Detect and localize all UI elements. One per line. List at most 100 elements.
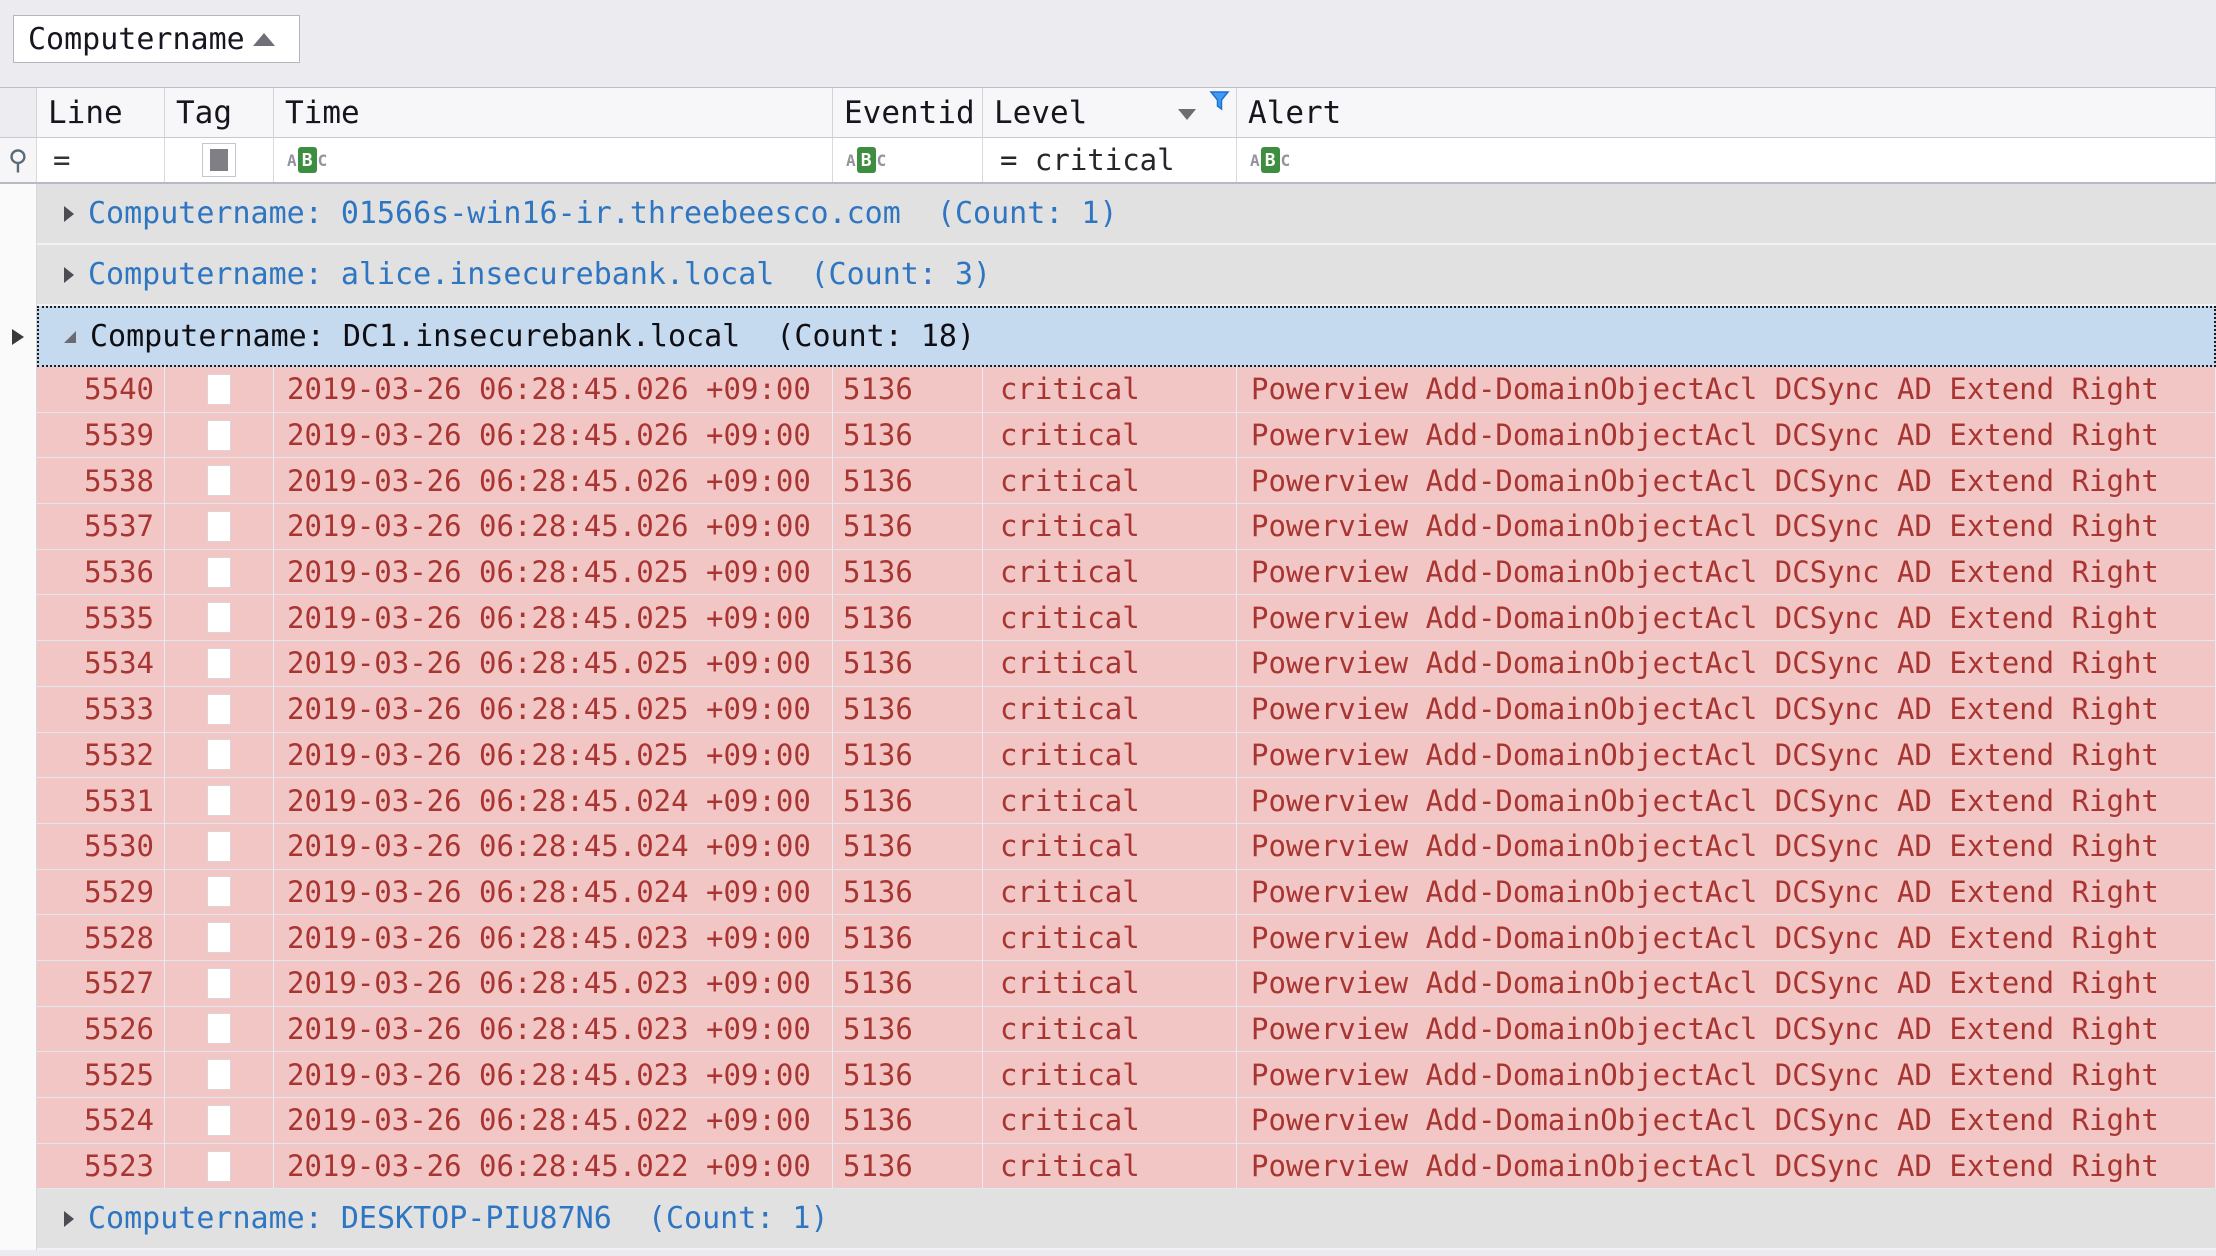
table-row[interactable]: 55392019-03-26 06:28:45.026 +09:005136cr… xyxy=(0,413,2216,459)
collapsed-arrow-icon[interactable] xyxy=(62,1209,76,1229)
collapsed-arrow-icon[interactable] xyxy=(62,265,76,285)
column-header-label: Tag xyxy=(176,95,232,131)
table-row[interactable]: 55372019-03-26 06:28:45.026 +09:005136cr… xyxy=(0,504,2216,550)
cell-tag[interactable] xyxy=(165,687,274,733)
tag-checkbox[interactable] xyxy=(207,648,231,679)
cell-tag[interactable] xyxy=(165,1144,274,1190)
cell-level: critical xyxy=(983,1052,1237,1098)
group-row-selected[interactable]: Computername: DC1.insecurebank.local (Co… xyxy=(0,306,2216,367)
tag-checkbox[interactable] xyxy=(207,785,231,816)
filter-input-eventid[interactable]: ABC xyxy=(833,138,983,182)
cell-tag[interactable] xyxy=(165,778,274,824)
tag-checkbox[interactable] xyxy=(207,1059,231,1090)
table-row[interactable]: 55232019-03-26 06:28:45.022 +09:005136cr… xyxy=(0,1144,2216,1190)
cell-tag[interactable] xyxy=(165,1098,274,1144)
table-row[interactable]: 55342019-03-26 06:28:45.025 +09:005136cr… xyxy=(0,641,2216,687)
tag-checkbox[interactable] xyxy=(207,694,231,725)
tag-checkbox[interactable] xyxy=(207,739,231,770)
column-header-time[interactable]: Time xyxy=(274,88,833,138)
cell-line: 5534 xyxy=(37,641,165,687)
cell-tag[interactable] xyxy=(165,824,274,870)
expanded-arrow-icon[interactable] xyxy=(62,329,78,345)
tag-filter-checkbox[interactable] xyxy=(202,143,236,177)
table-row[interactable]: 55242019-03-26 06:28:45.022 +09:005136cr… xyxy=(0,1098,2216,1144)
cell-time: 2019-03-26 06:28:45.022 +09:00 xyxy=(274,1144,833,1190)
cell-tag[interactable] xyxy=(165,550,274,596)
cell-tag[interactable] xyxy=(165,733,274,779)
group-row[interactable]: Computername: 01566s-win16-ir.threebeesc… xyxy=(0,184,2216,245)
active-filter-funnel-icon[interactable] xyxy=(1209,90,1230,112)
tag-checkbox[interactable] xyxy=(207,1151,231,1182)
table-row[interactable]: 55302019-03-26 06:28:45.024 +09:005136cr… xyxy=(0,824,2216,870)
collapsed-arrow-icon[interactable] xyxy=(62,204,76,224)
group-row[interactable]: Computername: alice.insecurebank.local (… xyxy=(0,245,2216,306)
cell-level: critical xyxy=(983,458,1237,504)
tag-checkbox[interactable] xyxy=(207,420,231,451)
auto-filter-row: ⚲ = ABC ABC = critical ABC xyxy=(0,138,2216,184)
chevron-down-icon[interactable] xyxy=(1178,109,1196,120)
table-row[interactable]: 55272019-03-26 06:28:45.023 +09:005136cr… xyxy=(0,961,2216,1007)
table-row[interactable]: 55292019-03-26 06:28:45.024 +09:005136cr… xyxy=(0,870,2216,916)
filter-input-level[interactable]: = critical xyxy=(983,138,1237,182)
table-row[interactable]: 55252019-03-26 06:28:45.023 +09:005136cr… xyxy=(0,1052,2216,1098)
table-row[interactable]: 55362019-03-26 06:28:45.025 +09:005136cr… xyxy=(0,550,2216,596)
tag-checkbox[interactable] xyxy=(207,1013,231,1044)
filter-input-tag[interactable] xyxy=(165,138,274,182)
tag-checkbox[interactable] xyxy=(207,374,231,405)
group-row-body[interactable]: Computername: alice.insecurebank.local (… xyxy=(37,245,2216,306)
group-row-body[interactable]: Computername: DESKTOP-PIU87N6 (Count: 1) xyxy=(37,1189,2216,1250)
row-gutter xyxy=(0,306,37,367)
cell-tag[interactable] xyxy=(165,1007,274,1053)
cell-time: 2019-03-26 06:28:45.025 +09:00 xyxy=(274,687,833,733)
cell-tag[interactable] xyxy=(165,367,274,413)
column-header-label: Alert xyxy=(1248,95,1341,131)
column-header-alert[interactable]: Alert xyxy=(1237,88,2216,138)
cell-alert: Powerview Add-DomainObjectAcl DCSync AD … xyxy=(1237,687,2216,733)
table-row[interactable]: 55322019-03-26 06:28:45.025 +09:005136cr… xyxy=(0,733,2216,779)
cell-tag[interactable] xyxy=(165,641,274,687)
filter-input-line[interactable]: = xyxy=(37,138,165,182)
cell-tag[interactable] xyxy=(165,870,274,916)
table-row[interactable]: 55352019-03-26 06:28:45.025 +09:005136cr… xyxy=(0,595,2216,641)
row-gutter xyxy=(0,184,37,245)
table-row[interactable]: 55402019-03-26 06:28:45.026 +09:005136cr… xyxy=(0,367,2216,413)
tag-checkbox[interactable] xyxy=(207,602,231,633)
column-header-level[interactable]: Level xyxy=(983,88,1237,138)
cell-tag[interactable] xyxy=(165,413,274,459)
tag-checkbox[interactable] xyxy=(207,511,231,542)
cell-tag[interactable] xyxy=(165,458,274,504)
cell-tag[interactable] xyxy=(165,1052,274,1098)
group-row-body[interactable]: Computername: DC1.insecurebank.local (Co… xyxy=(37,306,2216,367)
tag-checkbox[interactable] xyxy=(207,968,231,999)
column-header-tag[interactable]: Tag xyxy=(165,88,274,138)
group-row-label: Computername: DESKTOP-PIU87N6 (Count: 1) xyxy=(88,1201,829,1236)
table-row[interactable]: 55332019-03-26 06:28:45.025 +09:005136cr… xyxy=(0,687,2216,733)
group-row[interactable]: Computername: DESKTOP-PIU87N6 (Count: 1) xyxy=(0,1189,2216,1250)
tag-checkbox[interactable] xyxy=(207,557,231,588)
column-header-line[interactable]: Line xyxy=(37,88,165,138)
cell-tag[interactable] xyxy=(165,504,274,550)
abc-letter: C xyxy=(877,151,887,170)
table-row[interactable]: 55312019-03-26 06:28:45.024 +09:005136cr… xyxy=(0,778,2216,824)
filter-input-alert[interactable]: ABC xyxy=(1237,138,2216,182)
cell-tag[interactable] xyxy=(165,915,274,961)
column-header-eventid[interactable]: Eventid xyxy=(833,88,983,138)
table-row[interactable]: 55282019-03-26 06:28:45.023 +09:005136cr… xyxy=(0,915,2216,961)
cell-tag[interactable] xyxy=(165,595,274,641)
cell-alert: Powerview Add-DomainObjectAcl DCSync AD … xyxy=(1237,870,2216,916)
cell-eventid: 5136 xyxy=(833,458,983,504)
tag-checkbox[interactable] xyxy=(207,876,231,907)
cell-time: 2019-03-26 06:28:45.026 +09:00 xyxy=(274,367,833,413)
tag-checkbox[interactable] xyxy=(207,831,231,862)
tag-checkbox[interactable] xyxy=(207,465,231,496)
abc-letter-highlight: B xyxy=(298,147,317,173)
tag-checkbox[interactable] xyxy=(207,1105,231,1136)
table-row[interactable]: 55262019-03-26 06:28:45.023 +09:005136cr… xyxy=(0,1007,2216,1053)
tag-checkbox[interactable] xyxy=(207,922,231,953)
group-chip-computername[interactable]: Computername xyxy=(13,15,300,63)
filter-input-time[interactable]: ABC xyxy=(274,138,833,182)
group-row-body[interactable]: Computername: 01566s-win16-ir.threebeesc… xyxy=(37,184,2216,245)
row-gutter xyxy=(0,595,37,641)
table-row[interactable]: 55382019-03-26 06:28:45.026 +09:005136cr… xyxy=(0,458,2216,504)
cell-tag[interactable] xyxy=(165,961,274,1007)
